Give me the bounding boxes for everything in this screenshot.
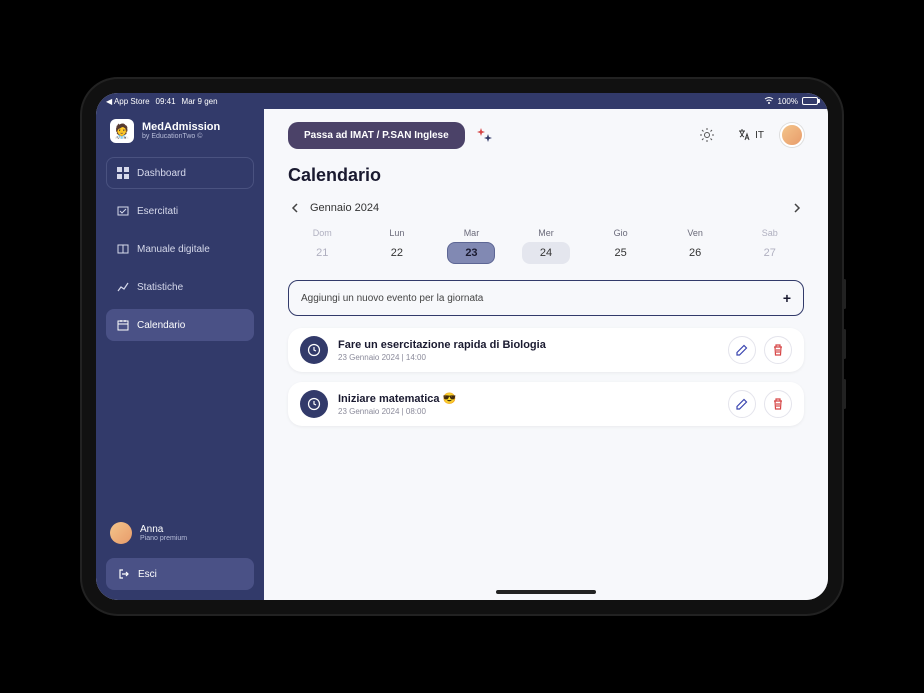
day-cell[interactable]: Mer 24 (512, 224, 581, 268)
sidebar-item-practice[interactable]: Esercitati (106, 195, 254, 227)
clock-icon (300, 336, 328, 364)
event-title: Fare un esercitazione rapida di Biologia (338, 339, 718, 351)
day-label: Mar (464, 228, 480, 238)
day-cell[interactable]: Lun 22 (363, 224, 432, 268)
sidebar-item-stats[interactable]: Statistiche (106, 271, 254, 303)
week-row: Dom 21 Lun 22 Mar 23 Mer 24 Gio 25 Ven 26 Sab 27 (288, 224, 804, 268)
topbar-avatar[interactable] (780, 123, 804, 147)
day-cell[interactable]: Dom 21 (288, 224, 357, 268)
sidebar-item-calendar[interactable]: Calendario (106, 309, 254, 341)
wifi-icon (764, 97, 774, 105)
language-code: IT (755, 130, 764, 141)
battery-pct: 100% (778, 97, 798, 106)
logout-button[interactable]: Esci (106, 558, 254, 590)
sidebar-item-label: Esercitati (137, 206, 178, 217)
day-cell[interactable]: Mar 23 (437, 224, 506, 268)
sidebar-item-dashboard[interactable]: Dashboard (106, 157, 254, 189)
screen: ◀ App Store 09:41 Mar 9 gen 100% 🧑‍⚕️ Me… (96, 93, 828, 600)
practice-icon (117, 205, 129, 217)
day-number: 24 (522, 242, 570, 264)
user-plan: Piano premium (140, 535, 187, 543)
month-navigation: Gennaio 2024 (288, 200, 804, 216)
calendar-icon (117, 319, 129, 331)
day-label: Gio (614, 228, 628, 238)
edit-event-button[interactable] (728, 390, 756, 418)
sidebar-item-label: Dashboard (137, 168, 186, 179)
add-event-button[interactable]: Aggiungi un nuovo evento per la giornata… (288, 280, 804, 316)
sidebar-item-label: Statistiche (137, 282, 183, 293)
next-month-button[interactable] (788, 200, 804, 216)
upgrade-cta-button[interactable]: Passa ad IMAT / P.SAN Inglese (288, 122, 465, 149)
sidebar-nav: Dashboard Esercitati Manuale digitale (106, 157, 254, 341)
brand-name: MedAdmission (142, 121, 220, 133)
event-card[interactable]: Iniziare matematica 😎 23 Gennaio 2024 | … (288, 382, 804, 426)
brand-sub: by EducationTwo © (142, 133, 220, 141)
day-number: 22 (373, 242, 421, 264)
home-indicator[interactable] (496, 590, 596, 594)
clock-icon (300, 390, 328, 418)
status-time: 09:41 (156, 97, 176, 106)
day-cell[interactable]: Gio 25 (586, 224, 655, 268)
day-number: 23 (447, 242, 495, 264)
prev-month-button[interactable] (288, 200, 304, 216)
day-cell[interactable]: Ven 26 (661, 224, 730, 268)
event-title: Iniziare matematica 😎 (338, 392, 718, 405)
delete-event-button[interactable] (764, 336, 792, 364)
day-cell[interactable]: Sab 27 (735, 224, 804, 268)
logout-icon (118, 568, 130, 580)
sidebar-item-label: Calendario (137, 320, 185, 331)
day-label: Mer (538, 228, 554, 238)
settings-button[interactable] (693, 121, 721, 149)
avatar (110, 522, 132, 544)
month-label: Gennaio 2024 (310, 202, 379, 214)
sidebar: 🧑‍⚕️ MedAdmission by EducationTwo © Dash… (96, 109, 264, 600)
status-back[interactable]: ◀ App Store (106, 97, 150, 106)
day-label: Ven (687, 228, 703, 238)
user-block[interactable]: Anna Piano premium (106, 518, 254, 548)
day-number: 25 (597, 242, 645, 264)
sidebar-item-label: Manuale digitale (137, 244, 210, 255)
brand-logo-icon: 🧑‍⚕️ (110, 119, 134, 143)
book-icon (117, 243, 129, 255)
brand[interactable]: 🧑‍⚕️ MedAdmission by EducationTwo © (106, 119, 254, 143)
stats-icon (117, 281, 129, 293)
day-number: 26 (671, 242, 719, 264)
battery-icon (802, 97, 818, 105)
event-meta: 23 Gennaio 2024 | 14:00 (338, 353, 718, 362)
day-label: Dom (313, 228, 332, 238)
drag-handle-icon: • • • (535, 109, 558, 110)
day-number: 27 (746, 242, 794, 264)
dashboard-icon (117, 167, 129, 179)
delete-event-button[interactable] (764, 390, 792, 418)
add-event-label: Aggiungi un nuovo evento per la giornata (301, 293, 483, 304)
day-label: Sab (762, 228, 778, 238)
sidebar-item-manual[interactable]: Manuale digitale (106, 233, 254, 265)
plus-icon: + (783, 290, 791, 306)
topbar: Passa ad IMAT / P.SAN Inglese (288, 121, 804, 149)
event-card[interactable]: Fare un esercitazione rapida di Biologia… (288, 328, 804, 372)
status-date: Mar 9 gen (182, 97, 218, 106)
status-bar: ◀ App Store 09:41 Mar 9 gen 100% (96, 93, 828, 109)
day-number: 21 (298, 242, 346, 264)
events-list: Fare un esercitazione rapida di Biologia… (288, 328, 804, 436)
user-name: Anna (140, 524, 187, 535)
translate-icon (737, 128, 751, 142)
edit-event-button[interactable] (728, 336, 756, 364)
day-label: Lun (389, 228, 404, 238)
event-meta: 23 Gennaio 2024 | 08:00 (338, 407, 718, 416)
hardware-buttons (843, 279, 846, 409)
sparkle-icon[interactable] (475, 126, 493, 144)
page-title: Calendario (288, 165, 804, 186)
language-switcher[interactable]: IT (731, 124, 770, 146)
tablet-frame: ◀ App Store 09:41 Mar 9 gen 100% 🧑‍⚕️ Me… (82, 79, 842, 614)
gear-icon (699, 127, 715, 143)
logout-label: Esci (138, 569, 157, 580)
main-content: • • • Passa ad IMAT / P.SAN Inglese (264, 109, 828, 600)
